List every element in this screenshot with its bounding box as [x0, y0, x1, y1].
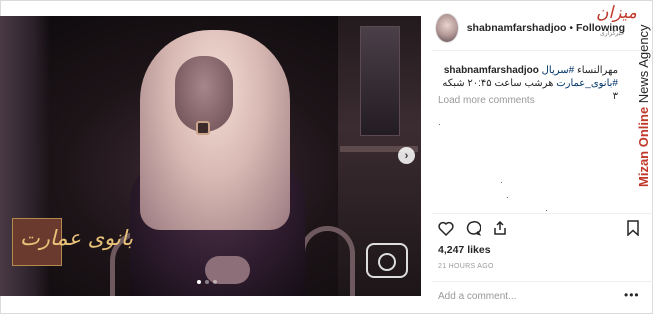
speck: · [506, 193, 509, 202]
mizan-watermark: Mizan Online News Agency [618, 2, 652, 187]
more-options-icon[interactable]: ••• [624, 288, 640, 302]
mizan-watermark-text: Mizan Online News Agency [636, 24, 651, 187]
series-title-logo-text: بانوی عمارت [20, 226, 134, 250]
carousel-dots [197, 280, 217, 284]
carousel-dot [213, 280, 217, 284]
bookmark-icon[interactable] [625, 220, 641, 236]
carousel-dot [197, 280, 201, 284]
post-actions [438, 220, 643, 238]
share-icon[interactable] [492, 220, 508, 236]
divider [432, 281, 653, 282]
heart-icon[interactable] [438, 220, 454, 236]
camera-lens-icon [378, 253, 396, 271]
caption-text: مهرالنساء [577, 65, 618, 76]
cabinet-glass [360, 26, 400, 136]
load-more-comments-link[interactable]: Load more comments [438, 95, 535, 106]
separator: • [569, 22, 574, 34]
post-timestamp[interactable]: 21 HOURS AGO [438, 263, 494, 270]
avatar[interactable] [435, 13, 459, 43]
hashtag-link[interactable]: #بانوی_عمارت [556, 78, 618, 89]
hashtag-link[interactable]: #سریال [542, 65, 575, 76]
divider [432, 213, 653, 214]
chevron-right-icon[interactable]: › [398, 147, 415, 164]
chair-arm-right [300, 226, 355, 296]
comment-icon[interactable] [465, 220, 481, 236]
add-comment-input[interactable]: Add a comment... [438, 291, 516, 302]
brooch [196, 121, 210, 135]
speck: · [500, 178, 503, 187]
username-link[interactable]: shabnamfarshadjoo [467, 22, 567, 34]
post-photo[interactable] [0, 16, 421, 296]
speck: · [438, 120, 441, 129]
mizan-online-text: Mizan Online [636, 106, 651, 187]
news-agency-text: News Agency [636, 24, 651, 104]
carousel-dot [205, 280, 209, 284]
caption-username-link[interactable]: shabnamfarshadjoo [444, 65, 539, 76]
likes-count[interactable]: 4,247 likes [438, 244, 491, 256]
